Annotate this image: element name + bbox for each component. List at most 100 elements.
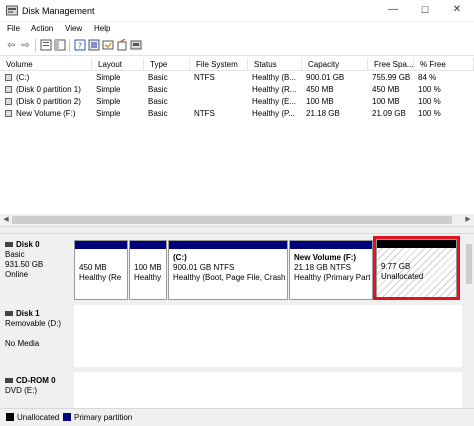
cell-volume: (Disk 0 partition 1): [16, 85, 81, 94]
minimize-button[interactable]: —: [378, 2, 408, 18]
show-hide-icon[interactable]: [53, 39, 66, 52]
cell-capacity: 450 MB: [306, 85, 334, 94]
cdrom-icon: [5, 378, 13, 384]
table-row[interactable]: (C:) Simple Basic NTFS Healthy (B... 900…: [0, 72, 474, 84]
disk-icon: [5, 311, 13, 317]
table-row[interactable]: (Disk 0 partition 2) Simple Basic Health…: [0, 96, 474, 108]
partition-c[interactable]: (C:) 900.01 GB NTFS Healthy (Boot, Page …: [168, 240, 288, 300]
cell-percent-free: 100 %: [418, 85, 441, 94]
partition-size: 100 MB: [134, 263, 162, 272]
close-button[interactable]: ✕: [442, 2, 472, 18]
column-header-capacity[interactable]: Capacity: [302, 58, 368, 71]
help-book-icon[interactable]: [87, 39, 100, 52]
column-header-free-space[interactable]: Free Spa...: [368, 58, 414, 71]
column-header-status[interactable]: Status: [248, 58, 302, 71]
disk-0-info[interactable]: Disk 0 Basic 931.50 GB Online: [5, 240, 44, 280]
legend-label-primary: Primary partition: [74, 413, 133, 422]
volume-icon: [5, 98, 12, 105]
scroll-left-icon[interactable]: ◀: [0, 214, 12, 226]
column-header-file-system[interactable]: File System: [190, 58, 248, 71]
partition-efi[interactable]: 100 MB Healthy: [129, 240, 167, 300]
forward-icon[interactable]: ⇨: [19, 39, 32, 52]
table-row[interactable]: New Volume (F:) Simple Basic NTFS Health…: [0, 108, 474, 120]
menu-view[interactable]: View: [65, 24, 82, 33]
scrollbar-thumb[interactable]: [466, 244, 472, 284]
check-icon[interactable]: [115, 38, 128, 52]
cell-layout: Simple: [96, 73, 121, 82]
svg-text:?: ?: [77, 42, 81, 51]
partition-title: [134, 253, 164, 263]
help-icon[interactable]: ?: [73, 39, 86, 52]
properties-icon[interactable]: [39, 39, 52, 52]
column-header-percent-free[interactable]: % Free: [414, 58, 474, 71]
disk-name: Disk 0: [16, 240, 40, 249]
volume-icon: [5, 74, 12, 81]
disk-name: Disk 1: [16, 309, 40, 318]
cell-capacity: 100 MB: [306, 97, 334, 106]
volume-list: Volume Layout Type File System Status Ca…: [0, 58, 474, 214]
menu-help[interactable]: Help: [94, 24, 110, 33]
column-header-volume[interactable]: Volume: [0, 58, 92, 71]
primary-partition-bar: [75, 241, 127, 249]
cell-layout: Simple: [96, 109, 121, 118]
cell-layout: Simple: [96, 85, 121, 94]
cell-free-space: 21.09 GB: [372, 109, 406, 118]
maximize-button[interactable]: ☐: [410, 2, 440, 18]
partition-recovery[interactable]: 450 MB Healthy (Re: [74, 240, 128, 300]
disk-name: CD-ROM 0: [16, 376, 56, 385]
cell-type: Basic: [148, 109, 168, 118]
cell-free-space: 755.99 GB: [372, 73, 411, 82]
volume-icon: [5, 110, 12, 117]
disk-icon[interactable]: [129, 39, 142, 52]
disk-icon: [5, 242, 13, 248]
title-bar: Disk Management — ☐ ✕: [0, 0, 474, 22]
rescan-icon[interactable]: [101, 39, 114, 52]
vertical-scrollbar[interactable]: [464, 234, 474, 408]
cell-free-space: 450 MB: [372, 85, 400, 94]
partition-status: Healthy (Boot, Page File, Crash: [173, 273, 285, 282]
toolbar-separator: [35, 39, 36, 52]
legend-swatch-unallocated: [6, 413, 14, 421]
disk-status: Online: [5, 270, 29, 279]
highlight-box: [373, 236, 460, 300]
partition-f[interactable]: New Volume (F:) 21.18 GB NTFS Healthy (P…: [289, 240, 373, 300]
cell-percent-free: 100 %: [418, 109, 441, 118]
cell-status: Healthy (R...: [252, 85, 297, 94]
cell-percent-free: 100 %: [418, 97, 441, 106]
partition-title: New Volume (F:): [294, 253, 357, 262]
menu-file[interactable]: File: [7, 24, 20, 33]
cell-status: Healthy (P...: [252, 109, 295, 118]
cell-volume: New Volume (F:): [16, 109, 76, 118]
disk-type: DVD (E:): [5, 386, 37, 395]
cell-type: Basic: [148, 85, 168, 94]
cell-file-system: NTFS: [194, 109, 215, 118]
cell-volume: (Disk 0 partition 2): [16, 97, 81, 106]
disk-type: Removable (D:): [5, 319, 62, 328]
pane-splitter[interactable]: [0, 226, 474, 234]
cell-volume: (C:): [16, 73, 30, 82]
scroll-right-icon[interactable]: ▶: [462, 214, 474, 226]
horizontal-scrollbar[interactable]: ◀ ▶: [0, 214, 474, 226]
cdrom-0-info[interactable]: CD-ROM 0 DVD (E:): [5, 376, 56, 396]
cell-status: Healthy (B...: [252, 73, 297, 82]
primary-partition-bar: [169, 241, 287, 249]
scrollbar-thumb[interactable]: [12, 216, 452, 224]
primary-partition-bar: [130, 241, 166, 249]
cell-type: Basic: [148, 97, 168, 106]
partition-status: Healthy (Primary Part: [294, 273, 370, 282]
cell-capacity: 21.18 GB: [306, 109, 340, 118]
disk-1-info[interactable]: Disk 1 Removable (D:) No Media: [5, 309, 62, 349]
toolbar-separator: [69, 39, 70, 52]
column-header-layout[interactable]: Layout: [92, 58, 144, 71]
table-row[interactable]: (Disk 0 partition 1) Simple Basic Health…: [0, 84, 474, 96]
back-icon[interactable]: ⇦: [5, 39, 18, 52]
window-title: Disk Management: [22, 6, 95, 16]
legend: Unallocated Primary partition: [0, 408, 474, 426]
column-header-type[interactable]: Type: [144, 58, 190, 71]
volume-icon: [5, 86, 12, 93]
toolbar: ⇦ ⇨ ?: [0, 36, 474, 56]
menu-action[interactable]: Action: [31, 24, 53, 33]
disk-type: Basic: [5, 250, 25, 259]
disk-size: 931.50 GB: [5, 260, 44, 269]
menu-bar: File Action View Help: [0, 22, 474, 36]
